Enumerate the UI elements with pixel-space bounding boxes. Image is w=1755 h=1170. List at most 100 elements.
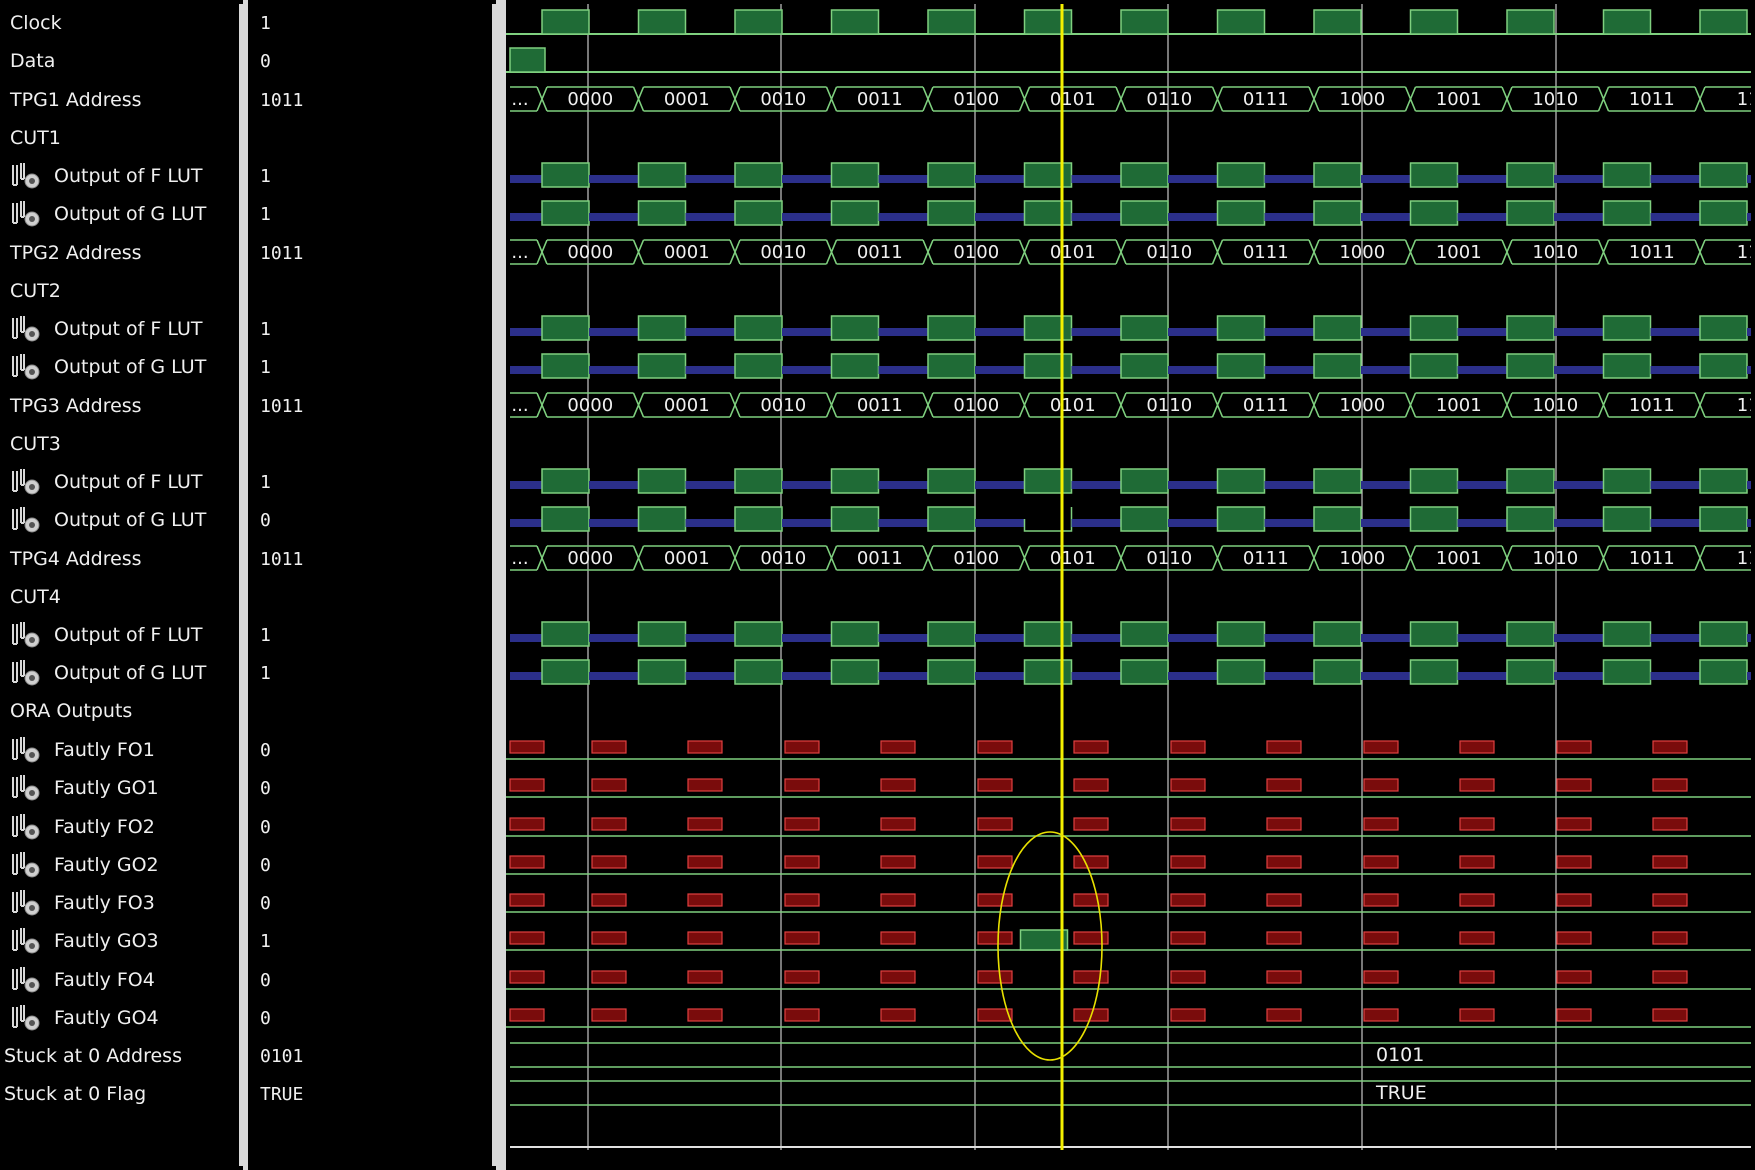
signal-row-go4[interactable]: Fautly GO4 [4,999,239,1037]
ora-pulse [1170,931,1206,945]
low-band [589,634,639,642]
low-band [510,175,542,183]
signal-row-cut4[interactable]: CUT4 [4,578,239,616]
waveform-fo1 [506,740,1751,760]
signal-value: 1 [260,624,271,646]
signal-value: 1 [260,471,271,493]
ora-pulse [1363,778,1399,792]
signal-row-go2[interactable]: Fautly GO2 [4,846,239,884]
low-band [1457,213,1507,221]
high-pulse [1506,353,1555,379]
signal-value-row-cut1 [248,119,492,157]
signal-name: Fautly FO4 [54,969,155,991]
low-band [1747,672,1751,680]
signal-row-cut1-g[interactable]: Output of G LUT [4,195,239,233]
ora-pulse [1266,1008,1302,1022]
signal-value-row-tpg2: 1011 [248,234,492,272]
ora-pulse [1170,817,1206,831]
ora-pulse [509,893,545,907]
splitter-2[interactable] [496,0,506,1170]
signal-value: 1 [260,662,271,684]
signal-row-tpg2[interactable]: TPG2 Address [4,234,239,272]
signal-row-tpg4[interactable]: TPG4 Address [4,540,239,578]
signal-row-cut4-f[interactable]: Output of F LUT [4,616,239,654]
low-band [1361,213,1411,221]
signal-name: CUT2 [10,280,61,302]
low-band [878,328,928,336]
high-pulse [734,659,783,685]
low-band [878,366,928,374]
signal-row-cut1[interactable]: CUT1 [4,119,239,157]
signal-row-go1[interactable]: Fautly GO1 [4,769,239,807]
bus-value-label: 1011 [1629,548,1675,569]
signal-row-ora[interactable]: ORA Outputs [4,692,239,730]
signal-row-clock[interactable]: Clock [4,4,239,42]
clock-pulse [1602,9,1652,35]
signal-row-cut1-f[interactable]: Output of F LUT [4,157,239,195]
signal-row-go3[interactable]: Fautly GO3 [4,922,239,960]
waveform-panel[interactable]: ... 0000 0001 0010 0011 0100 0101 0110 0111 1000 1… [506,4,1751,1166]
signal-row-fo2[interactable]: Fautly FO2 [4,808,239,846]
ora-pulse [1556,970,1592,984]
signal-row-cut3-f[interactable]: Output of F LUT [4,463,239,501]
high-pulse [927,200,976,226]
high-pulse [1216,353,1266,379]
signal-row-cut3[interactable]: CUT3 [4,425,239,463]
bus-value-label: 0110 [1146,548,1192,569]
ora-pulse [1556,778,1592,792]
low-band [510,634,542,642]
low-band [1264,672,1314,680]
signal-value-row-cut2 [248,272,492,310]
high-pulse [1506,659,1555,685]
signal-row-s0flag[interactable]: Stuck at 0 Flag [4,1075,239,1113]
signal-value-row-tpg1: 1011 [248,81,492,119]
signal-value-row-s0addr: 0101 [248,1037,492,1075]
low-band [878,213,928,221]
low-band [510,366,542,374]
signal-row-tpg3[interactable]: TPG3 Address [4,387,239,425]
high-pulse [1313,659,1362,685]
ora-pulse [1266,970,1302,984]
signal-row-fo4[interactable]: Fautly FO4 [4,961,239,999]
high-pulse [927,353,976,379]
waveform-cut4-f [510,621,1751,647]
low-band [1650,634,1700,642]
high-pulse [830,353,880,379]
clock-pulse [1699,9,1748,35]
data-pulse [509,47,546,73]
signal-value: 1 [260,356,271,378]
high-pulse [734,468,783,494]
waveform-canvas[interactable]: ... 0000 0001 0010 0011 0100 0101 0110 0111 1000 1… [506,4,1751,1166]
ora-pulse [784,817,820,831]
high-pulse [927,162,976,188]
signal-row-cut2-g[interactable]: Output of G LUT [4,348,239,386]
low-band [510,672,542,680]
signal-value: 1 [260,12,271,34]
low-band [1168,213,1218,221]
signal-row-s0addr[interactable]: Stuck at 0 Address [4,1037,239,1075]
bus-value-label: 0110 [1146,395,1192,416]
signal-row-fo3[interactable]: Fautly FO3 [4,884,239,922]
bus-value-label: 0000 [567,242,613,263]
signal-row-cut3-g[interactable]: Output of G LUT [4,501,239,539]
low-band [782,366,832,374]
signal-row-cut2-f[interactable]: Output of F LUT [4,310,239,348]
signal-row-data[interactable]: Data [4,42,239,80]
high-pulse [1216,315,1266,341]
high-pulse [734,162,783,188]
signal-row-tpg1[interactable]: TPG1 Address [4,81,239,119]
low-band [1457,366,1507,374]
ora-pulse [591,931,627,945]
high-pulse [1120,506,1169,532]
signal-row-fo1[interactable]: Fautly FO1 [4,731,239,769]
signal-row-cut2[interactable]: CUT2 [4,272,239,310]
signal-value: 0 [260,50,271,72]
signal-value: 0 [260,777,271,799]
ora-pulse [509,970,545,984]
signal-row-cut4-g[interactable]: Output of G LUT [4,654,239,692]
high-pulse [1313,353,1362,379]
waveform-cut3-f [510,468,1751,494]
high-pulse [1216,659,1266,685]
high-pulse [541,200,590,226]
signal-value: 1 [260,318,271,340]
